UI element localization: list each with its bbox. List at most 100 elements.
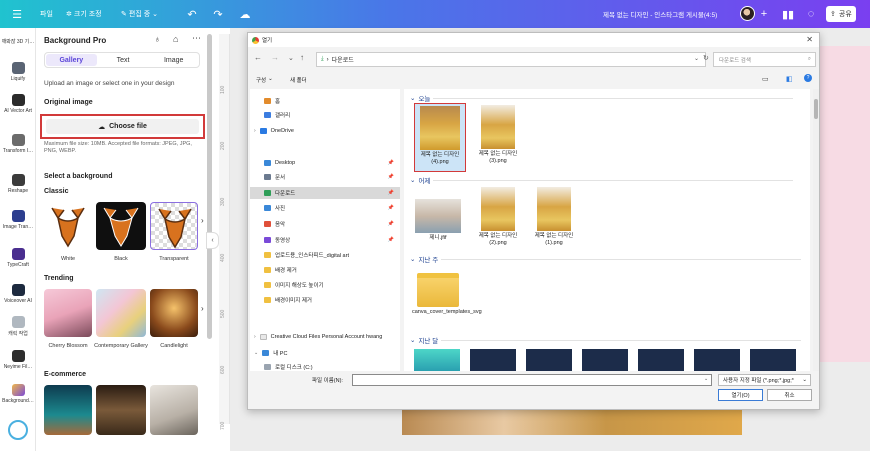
nav-item-music[interactable]: 음악 📌 bbox=[250, 218, 400, 230]
filetype-select[interactable]: 사용자 지정 파일 (*.png;*.jpg;* ⌄ bbox=[718, 374, 811, 386]
rail-item-character[interactable]: 캐릭 작업 bbox=[0, 316, 36, 337]
scroll-thumb[interactable] bbox=[814, 99, 818, 119]
trending-next-icon[interactable]: › bbox=[201, 304, 204, 313]
classic-transparent-thumb[interactable] bbox=[150, 202, 198, 250]
file-item[interactable]: 제목 없는 디자인 (1).png bbox=[528, 187, 580, 246]
nav-item-local-disk[interactable]: 로컬 디스크 (C:) bbox=[250, 361, 400, 371]
nav-item-desktop[interactable]: Desktop 📌 bbox=[250, 157, 400, 169]
choose-file-button[interactable]: ☁ Choose file bbox=[46, 119, 199, 134]
group-last-month[interactable]: ⌄ 지난 달 bbox=[410, 335, 801, 345]
tab-text[interactable]: Text bbox=[98, 53, 149, 67]
back-icon[interactable]: ← bbox=[254, 53, 262, 62]
preview-pane-icon[interactable]: ◧ bbox=[786, 75, 793, 83]
editing-menu[interactable]: ✎ 편집 중 ⌄ bbox=[121, 0, 158, 28]
new-folder-button[interactable]: 새 폴더 bbox=[290, 76, 307, 84]
nav-item-onedrive[interactable]: › OneDrive bbox=[250, 125, 400, 137]
nav-item-creative-cloud[interactable]: › Creative Cloud Files Personal Account h… bbox=[250, 331, 400, 343]
rail-item-0[interactable]: 깨봐잖 3D 기… bbox=[0, 38, 36, 45]
file-item[interactable]: 제목 없는 디자인 (3).png bbox=[472, 105, 524, 164]
help-icon[interactable]: ? bbox=[804, 74, 812, 82]
classic-white-thumb[interactable] bbox=[44, 202, 92, 250]
pin-icon: 📌 bbox=[387, 237, 394, 243]
collapse-panel-button[interactable]: ‹ bbox=[206, 232, 219, 249]
cherry-blossom-thumb[interactable] bbox=[44, 289, 92, 337]
dislike-icon[interactable]: ⌂ bbox=[173, 34, 178, 44]
ecommerce-thumb-1[interactable] bbox=[44, 385, 92, 435]
panel-scrollbar[interactable] bbox=[207, 34, 212, 339]
view-icon[interactable]: ▭ bbox=[762, 75, 769, 83]
refresh-icon[interactable]: ↻ bbox=[703, 54, 709, 62]
like-icon[interactable]: ♁ bbox=[154, 34, 161, 44]
nav-item-gallery[interactable]: 갤러리 bbox=[250, 109, 400, 121]
file-thumbnail[interactable] bbox=[526, 349, 572, 371]
add-icon[interactable]: + bbox=[758, 0, 770, 28]
file-thumbnail[interactable] bbox=[638, 349, 684, 371]
rail-item-voiceover[interactable]: Voiceover AI bbox=[0, 284, 36, 304]
nav-item-folder-1[interactable]: 업로드용_인스타피드_digital art bbox=[250, 249, 400, 261]
avatar[interactable] bbox=[740, 6, 755, 21]
file-thumbnail[interactable] bbox=[414, 349, 460, 371]
nav-item-videos[interactable]: 동영상 📌 bbox=[250, 234, 400, 246]
tab-gallery[interactable]: Gallery bbox=[46, 54, 97, 66]
rail-item-background[interactable]: Background… bbox=[0, 384, 36, 404]
menu-icon[interactable]: ☰ bbox=[8, 0, 26, 28]
nav-item-folder-4[interactable]: 배경이미지 제거 bbox=[250, 294, 400, 306]
more-icon[interactable]: ⋯ bbox=[192, 33, 201, 44]
filename-input[interactable] bbox=[352, 374, 712, 386]
group-yesterday[interactable]: ⌄ 어제 bbox=[410, 175, 793, 185]
share-button[interactable]: ⇪ 공유 bbox=[826, 6, 856, 22]
nav-item-documents[interactable]: 문서 📌 bbox=[250, 171, 400, 183]
rail-item-neyime[interactable]: Neyime Fil… bbox=[0, 350, 36, 370]
classic-next-icon[interactable]: › bbox=[201, 216, 204, 225]
nav-item-folder-3[interactable]: 이미지 해상도 높이기 bbox=[250, 279, 400, 291]
ecommerce-thumb-3[interactable] bbox=[150, 385, 198, 435]
help-icon[interactable] bbox=[8, 420, 28, 440]
nav-item-this-pc[interactable]: ⌄ 내 PC bbox=[250, 347, 400, 359]
file-thumbnail[interactable] bbox=[582, 349, 628, 371]
group-last-week[interactable]: ⌄ 지난 주 bbox=[410, 254, 801, 264]
file-item[interactable]: 제목 없는 디자인 (4).png bbox=[414, 103, 466, 172]
undo-icon[interactable]: ↶ bbox=[185, 0, 199, 28]
organize-menu[interactable]: 구성 ⌄ bbox=[256, 76, 273, 84]
redo-icon[interactable]: ↷ bbox=[211, 0, 225, 28]
file-item[interactable]: 제목 없는 디자인 (2).png bbox=[472, 187, 524, 246]
rail-item-reshape[interactable]: Reshape bbox=[0, 174, 36, 194]
ecommerce-thumb-2[interactable] bbox=[96, 385, 146, 435]
nav-item-home[interactable]: 홈 bbox=[250, 95, 400, 107]
nav-item-downloads[interactable]: 다운로드 📌 bbox=[250, 187, 400, 199]
file-thumbnail[interactable] bbox=[470, 349, 516, 371]
file-thumbnail[interactable] bbox=[750, 349, 796, 371]
comment-icon[interactable]: ◌ bbox=[804, 0, 818, 28]
resize-menu[interactable]: ✲ 크기 조정 bbox=[66, 0, 102, 28]
rail-item-image-tran[interactable]: Image Tran… bbox=[0, 210, 36, 230]
nav-item-folder-2[interactable]: 배경 제거 bbox=[250, 264, 400, 276]
file-list-scrollbar[interactable] bbox=[813, 89, 819, 371]
insights-icon[interactable]: ▮▮ bbox=[781, 0, 795, 28]
group-today[interactable]: ⌄ 오늘 bbox=[410, 93, 793, 103]
candlelight-thumb[interactable] bbox=[150, 289, 198, 337]
file-item[interactable]: 제니.jfif bbox=[412, 199, 464, 242]
forward-icon[interactable]: → bbox=[271, 53, 279, 62]
file-menu[interactable]: 파일 bbox=[40, 0, 53, 28]
history-chevron-icon[interactable]: ⌄ bbox=[288, 54, 294, 62]
address-bar[interactable]: ⤓ › 다운로드 bbox=[316, 52, 706, 67]
nav-item-pictures[interactable]: 사진 📌 bbox=[250, 202, 400, 214]
rail-item-liquify[interactable]: Liquify bbox=[0, 62, 36, 82]
cloud-sync-icon[interactable]: ☁ bbox=[238, 0, 252, 28]
filename-dropdown-icon[interactable]: ⌄ bbox=[704, 376, 708, 382]
rail-item-ai-vector[interactable]: AI Vector Art bbox=[0, 94, 36, 114]
up-icon[interactable]: ↑ bbox=[300, 53, 304, 62]
contemporary-gallery-thumb[interactable] bbox=[96, 289, 146, 337]
file-thumbnail[interactable] bbox=[694, 349, 740, 371]
cancel-button[interactable]: 취소 bbox=[767, 389, 812, 401]
classic-black-thumb[interactable] bbox=[96, 202, 146, 250]
folder-item[interactable]: canva_cover_templates_svg bbox=[412, 273, 482, 316]
close-icon[interactable]: ✕ bbox=[806, 35, 813, 44]
tab-image[interactable]: Image bbox=[148, 53, 199, 67]
rail-item-transform[interactable]: Transform I… bbox=[0, 134, 36, 154]
open-button[interactable]: 열기(O) bbox=[718, 389, 763, 401]
rail-item-typecraft[interactable]: TypeCraft bbox=[0, 248, 36, 268]
document-title[interactable]: 제목 없는 디자인 - 인스타그램 게시물(4:5) bbox=[603, 0, 717, 28]
address-dropdown-icon[interactable]: ⌄ bbox=[694, 55, 699, 62]
search-input[interactable]: 다운로드 검색 ⌕ bbox=[713, 52, 816, 67]
